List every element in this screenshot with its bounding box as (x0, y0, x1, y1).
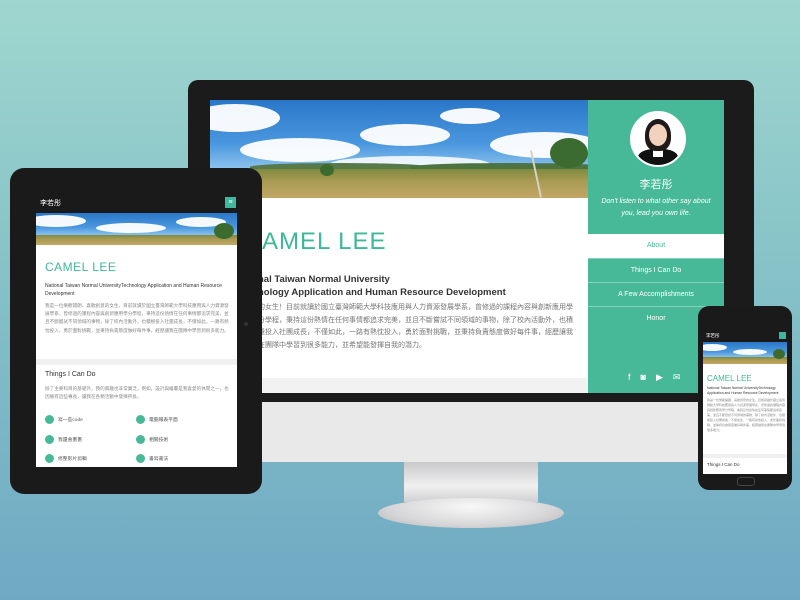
gear-icon (136, 435, 145, 444)
desktop-hero-landscape (210, 100, 588, 198)
section-divider (703, 454, 787, 458)
things-heading: Things I Can Do (45, 371, 96, 378)
phone-hero-landscape (703, 342, 787, 364)
skill-item: 書寫書法 (136, 454, 168, 463)
skill-item: 我還會畫畫 (45, 435, 82, 444)
nav-things-i-can-do[interactable]: Things I Can Do (588, 258, 724, 283)
desktop-about-card: AMEL LEE nal Taiwan Normal University no… (210, 198, 588, 378)
mail-icon[interactable]: ✉ (673, 372, 681, 383)
desktop-monitor-chin (188, 402, 754, 462)
things-text: 除了主要科目的基礎外，我的興趣也非常廣泛，例如，設計與繪畫是我喜愛的休閒之一，也… (45, 386, 229, 399)
department-line: nology Application and Human Resource De… (258, 287, 506, 298)
hamburger-icon[interactable] (779, 332, 786, 339)
bio-text: 的女生！目前就讀於國立臺灣師範大學科技應用與人力資源發展學系，曾修過的課程內容與… (258, 304, 573, 349)
tablet-screen: 李若彤 ≡ CAMEL LEE National Taiwan Normal U… (36, 193, 237, 467)
skill-item: 修整影片剪輯 (45, 454, 87, 463)
tablet-title: 李若彤 (40, 200, 61, 207)
tablet-hero-landscape (36, 213, 237, 245)
youtube-icon[interactable]: ▶ (656, 372, 663, 383)
tablet-topbar: 李若彤 ≡ (36, 193, 237, 213)
brush-icon (45, 435, 54, 444)
monitor-icon (136, 415, 145, 424)
skill-item: 寫一些code (45, 415, 83, 424)
things-heading: Things I Can Do (707, 462, 740, 467)
profile-name: CAMEL LEE (707, 374, 752, 383)
phone-title: 李若彤 (706, 333, 720, 338)
desktop-stand-base (378, 498, 564, 528)
tablet-camera (244, 322, 248, 326)
profile-name: AMEL LEE (262, 228, 387, 255)
nav-accomplishments[interactable]: A Few Accomplishments (588, 282, 724, 307)
sidebar-name: 李若彤 (639, 179, 673, 191)
desktop-main-content: AMEL LEE nal Taiwan Normal University no… (210, 100, 588, 393)
sidebar-quote: Don't listen to what other say about you… (601, 198, 711, 217)
school-info: nal Taiwan Normal University nology Appl… (258, 273, 578, 299)
avatar (630, 111, 686, 167)
phone-screen: 李若彤 CAMEL LEE National Taiwan Normal Uni… (703, 330, 787, 474)
hamburger-icon[interactable]: ≡ (225, 197, 236, 208)
section-divider (36, 359, 237, 365)
desktop-screen: AMEL LEE nal Taiwan Normal University no… (210, 100, 724, 393)
pen-icon (136, 454, 145, 463)
bio-text: 我是一位樂觀開朗、喜歡創意的女生，目前就讀於國立臺灣師範大學科技應用與人力資源發… (45, 303, 229, 333)
instagram-icon[interactable]: ◙ (641, 372, 646, 383)
facebook-icon[interactable]: f (628, 372, 631, 383)
nav-about[interactable]: About (588, 234, 724, 258)
profile-name: CAMEL LEE (45, 260, 117, 274)
school-line: nal Taiwan Normal University (258, 274, 390, 285)
school-info: National Taiwan Normal UniversityTechnol… (45, 283, 222, 297)
bio-text: 我是一位樂觀開朗、喜歡創意的女生，目前就讀於國立臺灣師範大學科技應用與人力資源發… (707, 398, 786, 432)
phone-topbar: 李若彤 (703, 330, 787, 342)
video-icon (45, 454, 54, 463)
skill-item: 電腦報表平面 (136, 415, 178, 424)
skill-item: 相關技術 (136, 435, 168, 444)
school-info: National Taiwan Normal UniversityTechnol… (707, 386, 779, 396)
code-icon (45, 415, 54, 424)
phone-home-button (737, 477, 755, 486)
desktop-stand-neck (404, 462, 538, 502)
